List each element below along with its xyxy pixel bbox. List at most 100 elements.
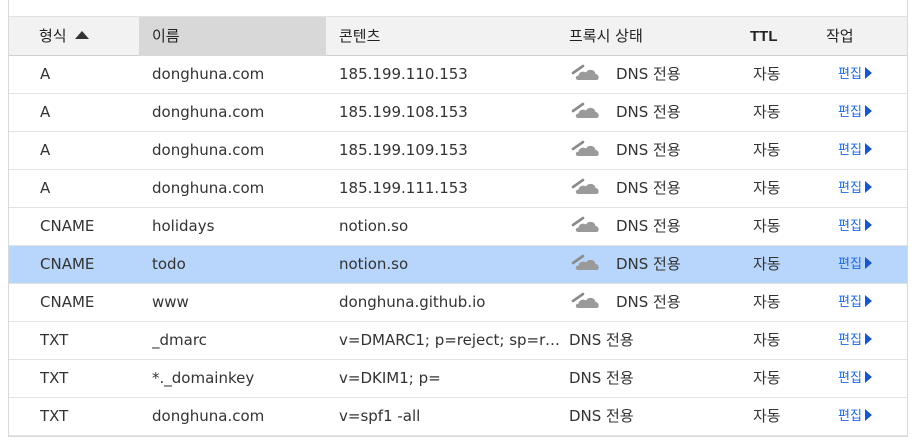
proxy-status-label: DNS 전용 bbox=[616, 217, 681, 235]
table-row[interactable]: TXT *._domainkey v=DKIM1; p= DNS 전용 자동 편… bbox=[9, 360, 907, 398]
proxy-status: DNS 전용 bbox=[570, 284, 750, 321]
proxy-status: DNS 전용 bbox=[570, 132, 750, 169]
column-header-ttl-label: TTL bbox=[750, 28, 778, 45]
proxy-status-label: DNS 전용 bbox=[616, 255, 681, 273]
edit-button[interactable]: 편집 bbox=[838, 322, 898, 359]
caret-right-icon bbox=[864, 181, 872, 193]
table-row[interactable]: A donghuna.com 185.199.108.153 DNS 전용 자동… bbox=[9, 94, 907, 132]
column-header-content-label: 콘텐츠 bbox=[339, 27, 381, 45]
table-row[interactable]: CNAME www donghuna.github.io DNS 전용 자동 편… bbox=[9, 284, 907, 322]
edit-button[interactable]: 편집 bbox=[838, 398, 898, 435]
record-ttl: 자동 bbox=[753, 103, 781, 121]
record-type: A bbox=[40, 141, 51, 159]
record-content: 185.199.109.153 bbox=[339, 141, 468, 159]
record-name: donghuna.com bbox=[152, 65, 265, 83]
column-header-content[interactable]: 콘텐츠 bbox=[339, 17, 539, 56]
table-row[interactable]: CNAME holidays notion.so DNS 전용 자동 편집 bbox=[9, 208, 907, 246]
edit-button-label: 편집 bbox=[838, 371, 862, 386]
proxy-status: DNS 전용 bbox=[570, 94, 750, 131]
record-ttl: 자동 bbox=[753, 141, 781, 159]
column-header-name[interactable]: 이름 bbox=[139, 17, 326, 56]
record-name: *._domainkey bbox=[152, 369, 255, 387]
dns-only-cloud-icon bbox=[571, 292, 599, 308]
record-ttl: 자동 bbox=[753, 407, 781, 425]
edit-button-label: 편집 bbox=[838, 105, 862, 120]
table-row[interactable]: A donghuna.com 185.199.111.153 DNS 전용 자동… bbox=[9, 170, 907, 208]
table-header: 형식 이름 콘텐츠 프록시 상태 TTL 작업 bbox=[9, 16, 907, 56]
record-type: TXT bbox=[40, 331, 69, 349]
dns-only-cloud-icon bbox=[571, 178, 599, 194]
edit-button[interactable]: 편집 bbox=[838, 170, 898, 207]
record-name: todo bbox=[152, 255, 186, 273]
proxy-status: DNS 전용 bbox=[570, 170, 750, 207]
column-header-action-label: 작업 bbox=[826, 27, 854, 45]
caret-right-icon bbox=[864, 333, 872, 345]
record-ttl: 자동 bbox=[753, 217, 781, 235]
edit-button[interactable]: 편집 bbox=[838, 284, 898, 321]
caret-right-icon bbox=[864, 143, 872, 155]
proxy-status-label: DNS 전용 bbox=[616, 179, 681, 197]
proxy-status-label: DNS 전용 bbox=[616, 65, 681, 83]
column-header-type-label: 형식 bbox=[39, 27, 67, 45]
edit-button-label: 편집 bbox=[838, 143, 862, 158]
record-content: v=DKIM1; p= bbox=[339, 369, 441, 387]
dns-records-table: 형식 이름 콘텐츠 프록시 상태 TTL 작업 A donghuna.com 1… bbox=[8, 0, 908, 437]
table-row[interactable]: CNAME todo notion.so DNS 전용 자동 편집 bbox=[9, 246, 907, 284]
table-row[interactable]: TXT _dmarc v=DMARC1; p=reject; sp=rej...… bbox=[9, 322, 907, 360]
proxy-status: DNS 전용 bbox=[569, 360, 749, 397]
record-content: 185.199.110.153 bbox=[339, 65, 468, 83]
record-type: TXT bbox=[40, 369, 69, 387]
record-name: holidays bbox=[152, 217, 215, 235]
edit-button-label: 편집 bbox=[838, 67, 862, 82]
column-header-action: 작업 bbox=[826, 17, 886, 56]
edit-button-label: 편집 bbox=[838, 409, 862, 424]
dns-only-cloud-icon bbox=[571, 140, 599, 156]
proxy-status: DNS 전용 bbox=[569, 322, 749, 359]
edit-button[interactable]: 편집 bbox=[838, 56, 898, 93]
sort-ascending-icon bbox=[74, 31, 89, 39]
edit-button-label: 편집 bbox=[838, 181, 862, 196]
record-type: CNAME bbox=[40, 255, 95, 273]
record-type: A bbox=[40, 65, 51, 83]
proxy-status-label: DNS 전용 bbox=[569, 331, 634, 349]
dns-only-cloud-icon bbox=[571, 254, 599, 270]
proxy-status: DNS 전용 bbox=[570, 208, 750, 245]
proxy-status-label: DNS 전용 bbox=[569, 369, 634, 387]
proxy-status-label: DNS 전용 bbox=[569, 407, 634, 425]
column-header-proxy[interactable]: 프록시 상태 bbox=[569, 17, 739, 56]
record-content: 185.199.108.153 bbox=[339, 103, 468, 121]
proxy-status-label: DNS 전용 bbox=[616, 103, 681, 121]
column-header-type[interactable]: 형식 bbox=[39, 17, 139, 56]
record-ttl: 자동 bbox=[753, 255, 781, 273]
record-type: A bbox=[40, 179, 51, 197]
record-name: _dmarc bbox=[152, 331, 207, 349]
record-type: TXT bbox=[40, 407, 69, 425]
column-header-name-label: 이름 bbox=[152, 27, 180, 45]
record-ttl: 자동 bbox=[753, 65, 781, 83]
column-header-proxy-label: 프록시 상태 bbox=[569, 27, 643, 45]
column-header-ttl[interactable]: TTL bbox=[750, 17, 810, 56]
table-row[interactable]: A donghuna.com 185.199.109.153 DNS 전용 자동… bbox=[9, 132, 907, 170]
record-ttl: 자동 bbox=[753, 369, 781, 387]
edit-button[interactable]: 편집 bbox=[838, 246, 898, 283]
record-content: 185.199.111.153 bbox=[339, 179, 468, 197]
table-row[interactable]: TXT donghuna.com v=spf1 -all DNS 전용 자동 편… bbox=[9, 398, 907, 436]
table-row[interactable]: A donghuna.com 185.199.110.153 DNS 전용 자동… bbox=[9, 56, 907, 94]
record-content: v=DMARC1; p=reject; sp=rej... bbox=[339, 331, 563, 349]
record-content: donghuna.github.io bbox=[339, 293, 486, 311]
proxy-status-label: DNS 전용 bbox=[616, 293, 681, 311]
proxy-status: DNS 전용 bbox=[569, 398, 749, 435]
edit-button-label: 편집 bbox=[838, 257, 862, 272]
record-content: v=spf1 -all bbox=[339, 407, 421, 425]
proxy-status-label: DNS 전용 bbox=[616, 141, 681, 159]
edit-button[interactable]: 편집 bbox=[838, 94, 898, 131]
record-type: CNAME bbox=[40, 293, 95, 311]
edit-button[interactable]: 편집 bbox=[838, 208, 898, 245]
edit-button-label: 편집 bbox=[838, 219, 862, 234]
record-name: donghuna.com bbox=[152, 141, 265, 159]
record-ttl: 자동 bbox=[753, 179, 781, 197]
record-type: CNAME bbox=[40, 217, 95, 235]
edit-button[interactable]: 편집 bbox=[838, 360, 898, 397]
edit-button[interactable]: 편집 bbox=[838, 132, 898, 169]
record-name: donghuna.com bbox=[152, 179, 265, 197]
